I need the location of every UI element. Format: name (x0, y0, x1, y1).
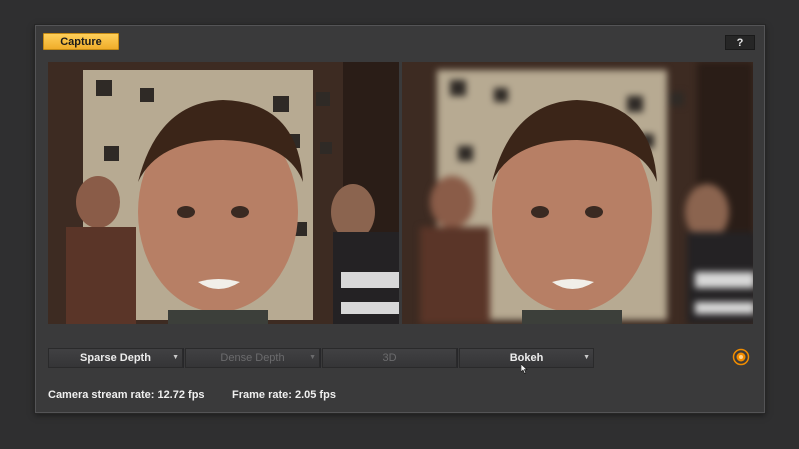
camera-frame-sharp (48, 62, 399, 324)
app-window: Capture ? Sparse Depth ▼ Dense Depth ▼ 3… (35, 25, 765, 413)
orange-circle-logo-icon (732, 348, 750, 366)
frame-rate: Frame rate: 2.05 fps (232, 389, 336, 401)
triangle-down-icon[interactable]: ▼ (309, 354, 316, 361)
tab-3d-label: 3D (382, 352, 397, 364)
tab-divider (183, 348, 184, 368)
tab-dense-depth[interactable]: Dense Depth ▼ (185, 348, 320, 368)
tab-3d[interactable]: 3D (322, 348, 457, 368)
tab-divider (320, 348, 321, 368)
mouse-pointer-icon (521, 364, 528, 374)
capture-button[interactable]: Capture (43, 33, 119, 50)
tab-sparse-depth[interactable]: Sparse Depth ▼ (48, 348, 183, 368)
camera-view-sharp (48, 62, 399, 324)
camera-frame-bokeh (402, 62, 753, 324)
triangle-down-icon[interactable]: ▼ (583, 354, 590, 361)
camera-view-bokeh (402, 62, 753, 324)
tab-sparse-depth-label: Sparse Depth (80, 352, 151, 364)
triangle-down-icon[interactable]: ▼ (172, 354, 179, 361)
tab-dense-depth-label: Dense Depth (220, 352, 285, 364)
tab-bokeh-label: Bokeh (509, 352, 544, 364)
tab-divider (457, 348, 458, 368)
help-button[interactable]: ? (725, 35, 755, 50)
camera-stream-rate: Camera stream rate: 12.72 fps (48, 389, 205, 401)
